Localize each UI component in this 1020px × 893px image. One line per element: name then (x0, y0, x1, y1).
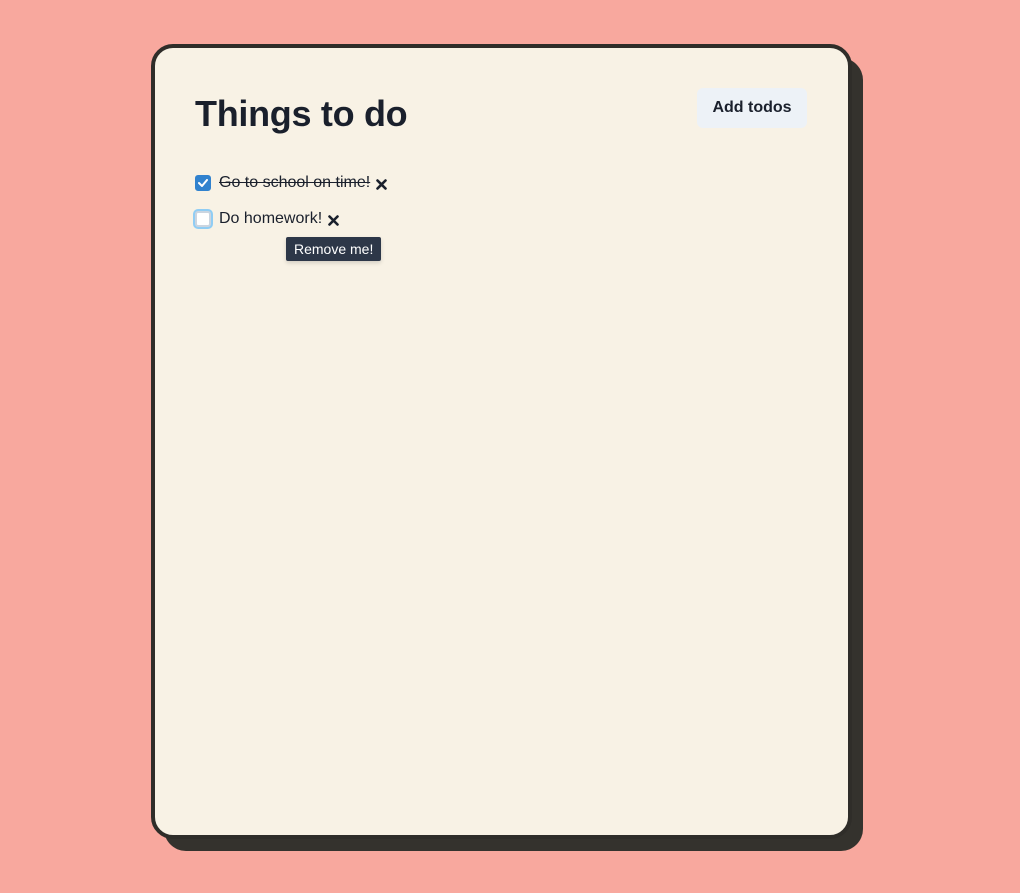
todo-list: Go to school on time! Do homework! (195, 170, 388, 242)
todo-text: Do homework! (219, 210, 323, 227)
todo-text: Go to school on time! (219, 174, 371, 191)
todo-item: Go to school on time! (195, 170, 388, 196)
page-title: Things to do (195, 93, 408, 134)
todo-checkbox[interactable] (195, 211, 211, 227)
todo-checkbox[interactable] (195, 175, 211, 191)
close-icon[interactable] (374, 177, 388, 191)
todo-card: Things to do Add todos Go to school on t… (151, 44, 852, 839)
checkmark-icon (198, 179, 208, 187)
todo-item: Do homework! (195, 206, 388, 232)
close-icon[interactable] (326, 213, 340, 227)
remove-tooltip: Remove me! (286, 237, 382, 261)
add-todos-button[interactable]: Add todos (697, 88, 807, 128)
